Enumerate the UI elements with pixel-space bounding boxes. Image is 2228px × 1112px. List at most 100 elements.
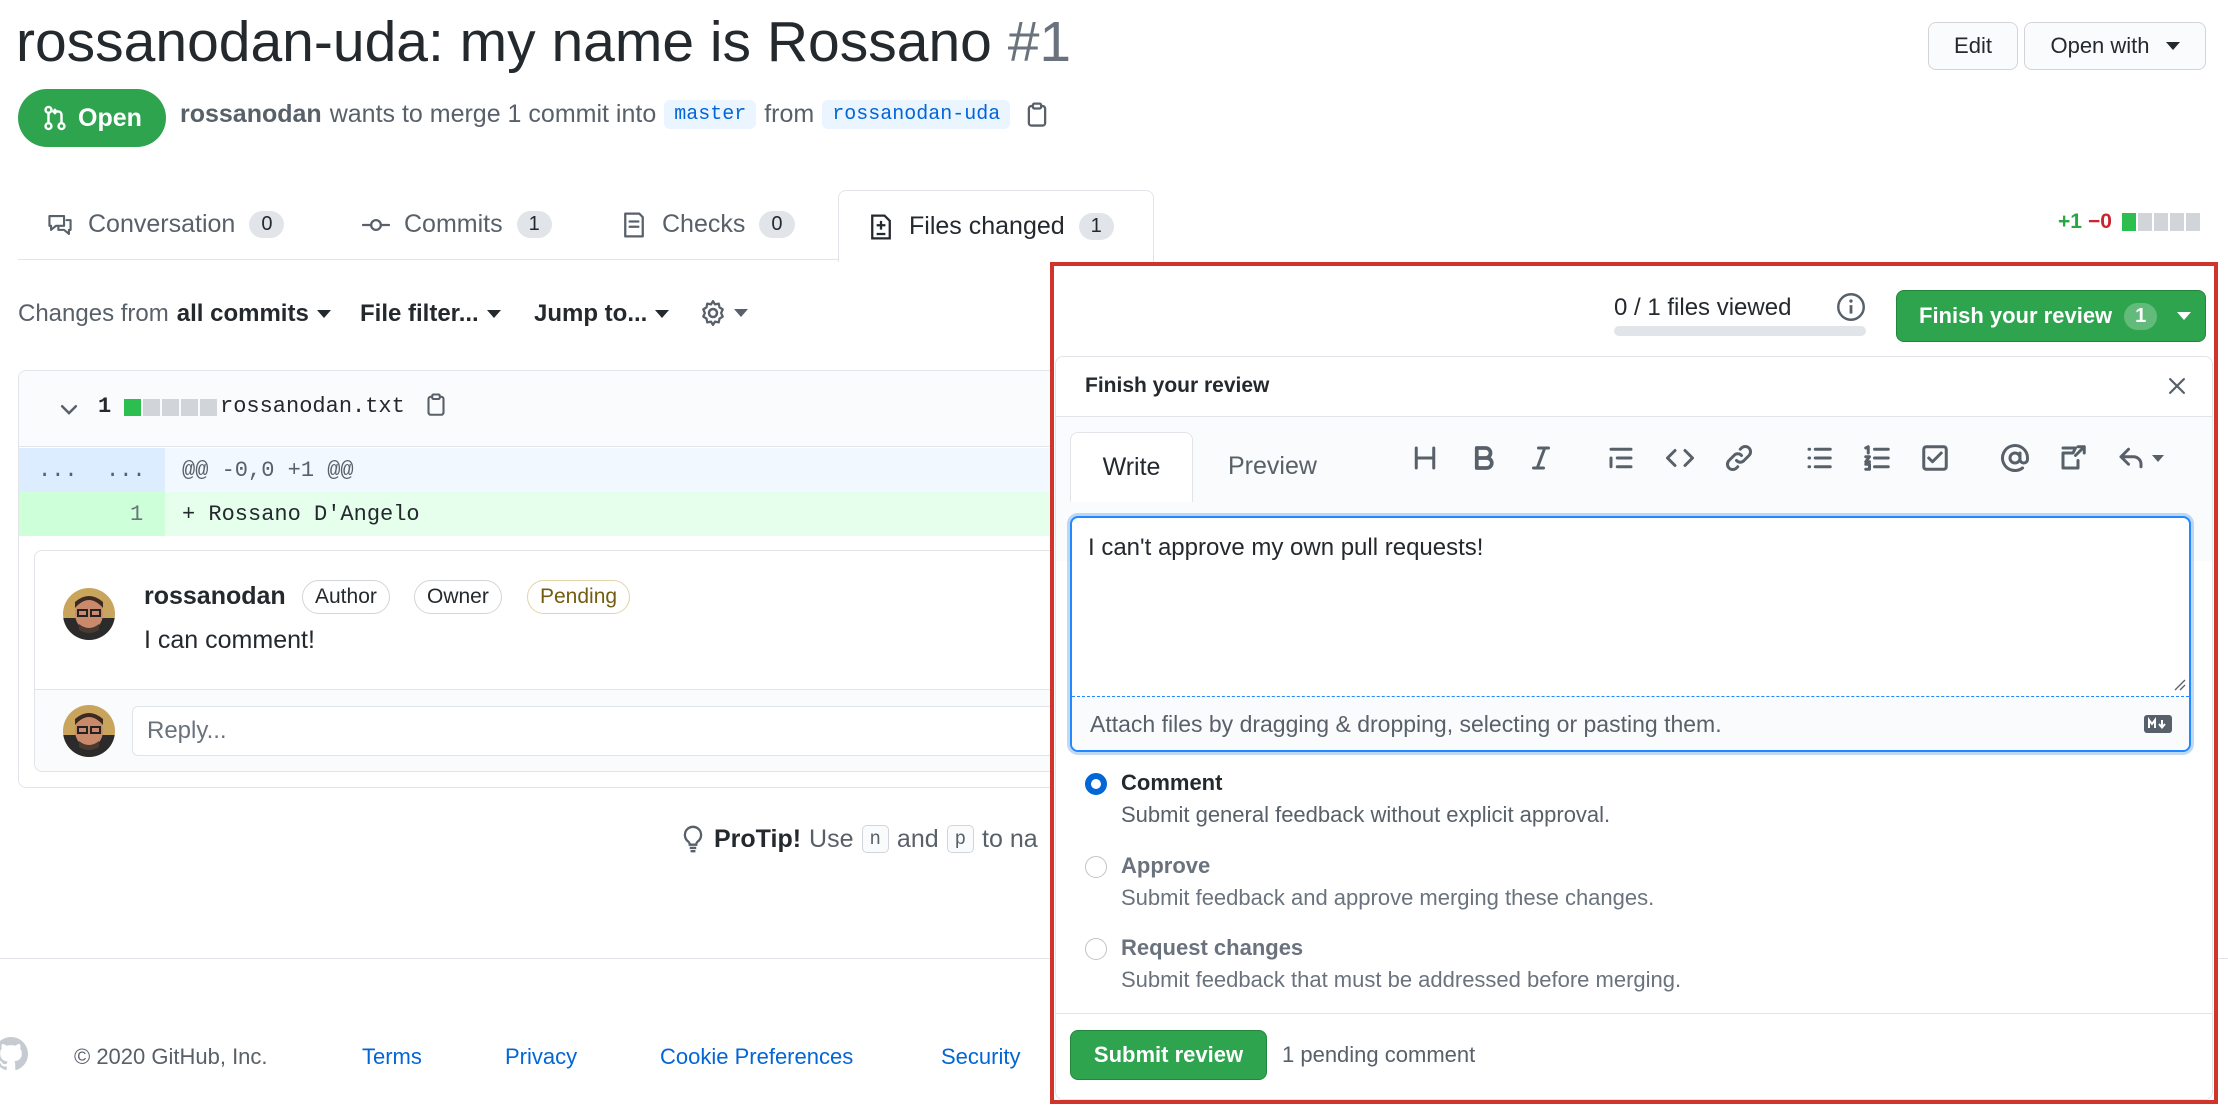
chevron-down-icon: [2165, 42, 2180, 50]
protip-key: n: [861, 825, 889, 853]
footer-link-security[interactable]: Security: [941, 1044, 1020, 1070]
pr-author-link[interactable]: rossanodan: [180, 100, 322, 129]
jump-to-dropdown[interactable]: Jump to...: [534, 300, 670, 328]
protip-text: and: [896, 824, 939, 853]
footer-link-cookie-preferences[interactable]: Cookie Preferences: [660, 1044, 853, 1070]
info-icon[interactable]: [1836, 292, 1866, 322]
tab-commits[interactable]: Commits 1: [362, 210, 552, 239]
radio-request-changes[interactable]: [1085, 938, 1107, 960]
copy-path-icon[interactable]: [424, 392, 448, 418]
tabs-underline: [18, 259, 838, 260]
quote-icon[interactable]: [1606, 443, 1636, 473]
tab-write-label: Write: [1102, 453, 1161, 481]
ordered-list-icon[interactable]: [1862, 443, 1892, 473]
file-filter-label: File filter...: [360, 300, 479, 327]
option-comment-desc: Submit general feedback without explicit…: [1121, 802, 1611, 827]
chevron-down-icon: [655, 310, 670, 318]
github-logo-icon[interactable]: [0, 1034, 28, 1074]
close-icon[interactable]: [2166, 375, 2188, 397]
task-list-icon[interactable]: [1920, 443, 1950, 473]
jump-to-label: Jump to...: [534, 300, 648, 327]
collapse-chevron-icon[interactable]: [58, 398, 80, 420]
line-number[interactable]: 1: [130, 502, 143, 527]
option-approve-label[interactable]: Approve: [1121, 853, 1210, 879]
head-branch[interactable]: rossanodan-uda: [822, 100, 1011, 129]
reply-input[interactable]: Reply...: [132, 706, 1092, 756]
comment-author[interactable]: rossanodan: [144, 582, 286, 611]
file-filter-dropdown[interactable]: File filter...: [360, 300, 501, 328]
protip-label: ProTip!: [714, 824, 802, 853]
unordered-list-icon[interactable]: [1804, 443, 1834, 473]
radio-approve[interactable]: [1085, 856, 1107, 878]
protip-text: to na: [982, 824, 1038, 853]
diffstat-removed: −0: [2087, 210, 2112, 233]
diffstat: +1 −0: [2058, 210, 2200, 234]
pending-comment-count: 1 pending comment: [1282, 1042, 1476, 1067]
hunk-expand-right[interactable]: ...: [106, 458, 146, 483]
open-with-button[interactable]: Open with: [2024, 22, 2206, 70]
file-diff-icon: [871, 213, 891, 240]
file-name[interactable]: rossanodan.txt: [220, 394, 405, 419]
comment-body: I can comment!: [144, 626, 315, 654]
footer-divider: [1056, 1013, 2212, 1014]
state-label: Open: [78, 103, 142, 132]
finish-review-count: 1: [2124, 302, 2158, 330]
tab-count: 1: [516, 211, 552, 238]
tab-files-changed[interactable]: Files changed 1: [838, 190, 1154, 262]
heading-icon[interactable]: [1410, 443, 1440, 473]
tab-preview[interactable]: Preview: [1228, 452, 1317, 481]
attach-bar[interactable]: Attach files by dragging & dropping, sel…: [1072, 696, 2189, 750]
review-popover-title: Finish your review: [1085, 374, 1270, 397]
commit-icon: [362, 218, 390, 231]
chevron-down-icon[interactable]: [2152, 454, 2164, 462]
base-branch[interactable]: master: [664, 100, 757, 129]
footer-link-privacy[interactable]: Privacy: [505, 1044, 577, 1070]
mention-icon[interactable]: [2000, 443, 2030, 473]
radio-comment[interactable]: [1085, 773, 1107, 795]
footer-copyright: © 2020 GitHub, Inc.: [74, 1044, 268, 1069]
review-textarea[interactable]: I can't approve my own pull requests!: [1072, 518, 2189, 696]
files-viewed-progress: [1614, 326, 1866, 336]
tab-count: 0: [249, 211, 285, 238]
copy-icon[interactable]: [1024, 101, 1050, 129]
tab-label: Conversation: [88, 210, 236, 238]
option-comment-label[interactable]: Comment: [1121, 770, 1222, 796]
changes-from-dropdown[interactable]: Changes from all commits: [18, 300, 331, 328]
merge-text: wants to merge 1 commit into: [329, 100, 657, 128]
tab-checks[interactable]: Checks 0: [620, 210, 795, 239]
tab-write[interactable]: Write: [1070, 432, 1193, 502]
resize-handle-icon[interactable]: [2173, 678, 2187, 692]
finish-review-button[interactable]: Finish your review 1: [1896, 290, 2206, 342]
tab-preview-label: Preview: [1228, 452, 1317, 480]
protip-text: Use: [809, 824, 854, 853]
reply-icon[interactable]: [2116, 443, 2146, 473]
gear-icon: [702, 300, 724, 326]
pr-title: rossanodan-uda: my name is Rossano #1: [16, 6, 1071, 78]
chevron-down-icon: [486, 310, 501, 318]
chevron-down-icon: [2177, 312, 2192, 320]
owner-badge: Owner: [414, 580, 502, 614]
markdown-icon[interactable]: [2143, 714, 2173, 734]
changes-from-value: all commits: [176, 300, 309, 327]
hunk-header: @@ -0,0 +1 @@: [182, 458, 354, 483]
code-icon[interactable]: [1664, 443, 1696, 473]
tab-conversation[interactable]: Conversation 0: [46, 210, 285, 239]
edit-button[interactable]: Edit: [1928, 22, 2018, 70]
footer-link-terms[interactable]: Terms: [362, 1044, 422, 1070]
changes-from-label: Changes from: [18, 300, 169, 327]
review-textarea-value: I can't approve my own pull requests!: [1088, 534, 1484, 561]
hunk-expand-left[interactable]: ...: [38, 458, 78, 483]
avatar: [63, 588, 115, 640]
diff-settings-dropdown[interactable]: [698, 298, 748, 328]
pr-title-text: rossanodan-uda: my name is Rossano: [16, 10, 992, 74]
checklist-icon: [624, 211, 644, 238]
author-badge: Author: [302, 580, 390, 614]
bold-icon[interactable]: [1468, 443, 1498, 473]
option-request-changes-label[interactable]: Request changes: [1121, 935, 1303, 961]
cross-reference-icon[interactable]: [2058, 443, 2088, 473]
diffstat-bar: [2121, 213, 2200, 231]
submit-review-button[interactable]: Submit review: [1070, 1030, 1267, 1080]
italic-icon[interactable]: [1526, 443, 1556, 473]
link-icon[interactable]: [1724, 443, 1754, 473]
tab-count: 1: [1078, 213, 1114, 240]
